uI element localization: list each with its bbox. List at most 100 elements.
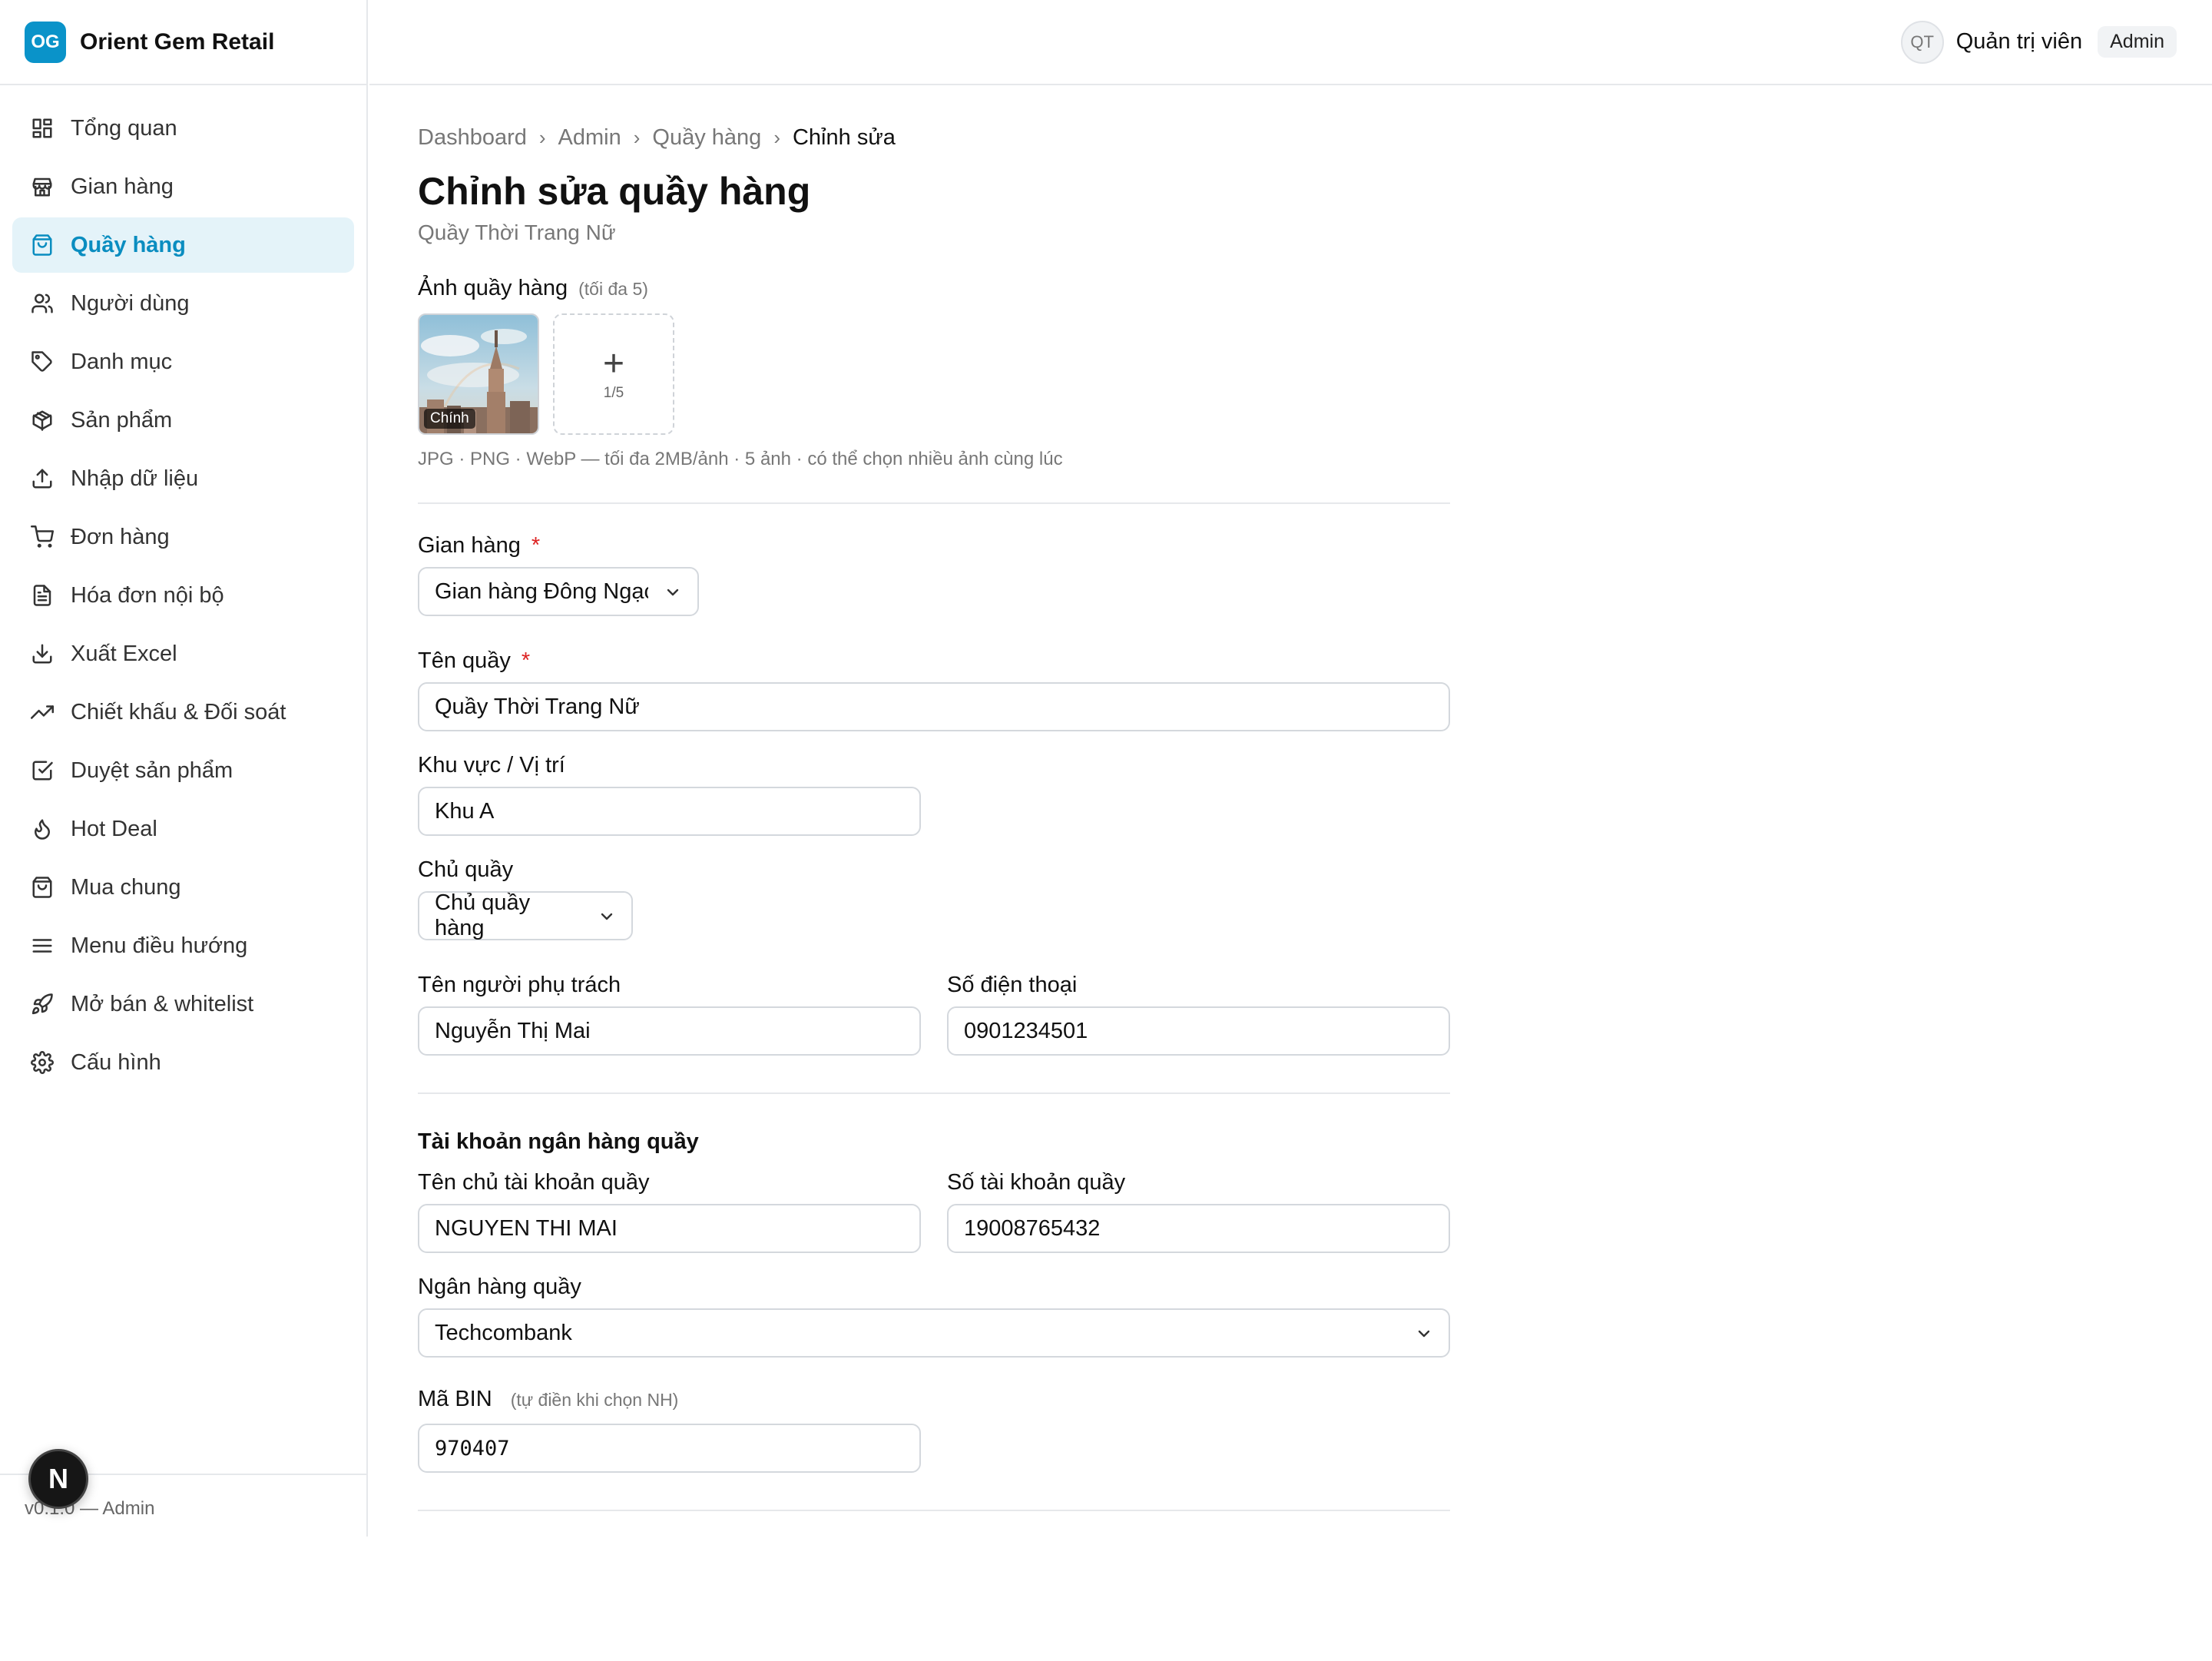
photo-thumbnail[interactable]: Chính (418, 313, 539, 435)
owner-select[interactable]: Chủ quầy hàng (418, 890, 633, 940)
sidebar-item-3[interactable]: Người dùng (12, 276, 354, 331)
sidebar-item-4[interactable]: Danh mục (12, 334, 354, 390)
area-label: Khu vực / Vị trí (418, 752, 565, 777)
manager-name-label: Tên người phụ trách (418, 972, 621, 997)
store-select-value: Gian hàng Đông Ngạc (435, 579, 648, 604)
required-asterisk: * (531, 532, 541, 558)
gear-icon (31, 1051, 54, 1074)
brand-logo: OG (25, 21, 66, 63)
sidebar-item-14[interactable]: Menu điều hướng (12, 918, 354, 973)
tag-icon (31, 350, 54, 373)
add-photo-button[interactable]: + 1/5 (553, 313, 674, 435)
sidebar-item-label: Nhập dữ liệu (71, 466, 199, 491)
bank-select[interactable]: Techcombank (418, 1308, 1450, 1358)
sidebar-item-12[interactable]: Hot Deal (12, 801, 354, 857)
chevron-right-icon: › (633, 125, 641, 149)
sidebar-item-label: Tổng quan (71, 115, 177, 141)
sidebar-item-15[interactable]: Mở bán & whitelist (12, 976, 354, 1032)
bank-holder-account-row: Tên chủ tài khoản quầy NGUYEN THI MAI Số… (418, 1167, 1450, 1253)
bank-select-value: Techcombank (435, 1320, 572, 1345)
sidebar-item-16[interactable]: Cấu hình (12, 1035, 354, 1090)
breadcrumb-item-admin[interactable]: Admin (558, 125, 621, 151)
sidebar-item-9[interactable]: Xuất Excel (12, 626, 354, 681)
dashboard-icon (31, 117, 54, 140)
sidebar: OG Orient Gem Retail Tổng quan Gian hàng Q… (0, 0, 368, 1537)
divider (418, 1510, 1450, 1511)
sidebar-item-13[interactable]: Mua chung (12, 860, 354, 915)
cart-icon (31, 525, 54, 549)
sidebar-item-label: Menu điều hướng (71, 933, 248, 958)
chevron-right-icon: › (538, 125, 546, 149)
phone-input[interactable]: 0901234501 (947, 1006, 1450, 1056)
sidebar-item-label: Đơn hàng (71, 524, 170, 549)
divider (418, 1092, 1450, 1094)
store-select[interactable]: Gian hàng Đông Ngạc (418, 567, 699, 616)
phone-label: Số điện thoại (947, 972, 1078, 997)
required-asterisk: * (521, 648, 531, 673)
owner-label: Chủ quầy (418, 857, 514, 882)
bank-name-label: Ngân hàng quầy (418, 1274, 581, 1299)
avatar[interactable]: QT (1900, 20, 1944, 64)
sidebar-nav: Tổng quan Gian hàng Quầy hàng Người dùng Dan… (0, 85, 366, 1090)
user-name: Quản trị viên (1955, 29, 2083, 54)
sidebar-item-11[interactable]: Duyệt sản phẩm (12, 743, 354, 798)
sidebar-item-6[interactable]: Nhập dữ liệu (12, 451, 354, 506)
counter-name-label-text: Tên quầy (418, 648, 511, 673)
sidebar-item-label: Người dùng (71, 290, 190, 316)
brand-name: Orient Gem Retail (80, 28, 275, 55)
store-label: Gian hàng * (418, 530, 1450, 561)
sidebar-item-label: Mua chung (71, 874, 181, 900)
breadcrumb-item-dashboard[interactable]: Dashboard (418, 125, 527, 151)
bin-label-row: Mã BIN (tự điền khi chọn NH) (418, 1387, 1450, 1417)
manager-name-input[interactable]: Nguyễn Thị Mai (418, 1006, 921, 1056)
users-icon (31, 292, 54, 315)
account-number-input[interactable]: 19008765432 (947, 1204, 1450, 1253)
menu-icon (31, 934, 54, 957)
bin-label: Mã BIN (418, 1387, 492, 1411)
shopping-bag-icon (31, 876, 54, 899)
account-number-label: Số tài khoản quầy (947, 1169, 1126, 1195)
flame-icon (31, 817, 54, 840)
nextjs-dev-badge[interactable]: N (28, 1449, 88, 1509)
main-photo-tag: Chính (424, 409, 475, 429)
sidebar-item-label: Duyệt sản phẩm (71, 758, 233, 783)
sidebar-item-7[interactable]: Đơn hàng (12, 509, 354, 565)
main-content: Dashboard › Admin › Quầy hàng › Chỉnh sử… (418, 85, 1450, 1511)
manager-phone-row: Tên người phụ trách Nguyễn Thị Mai Số đi… (418, 970, 1450, 1056)
chevron-down-icon (598, 907, 616, 925)
sidebar-item-label: Danh mục (71, 349, 173, 374)
package-icon (31, 409, 54, 432)
account-holder-input[interactable]: NGUYEN THI MAI (418, 1204, 921, 1253)
shopping-bag-icon (31, 234, 54, 257)
photo-gallery: Chính + 1/5 (418, 313, 1450, 435)
photo-upload-note: JPG · PNG · WebP — tối đa 2MB/ảnh · 5 ản… (418, 449, 1063, 469)
sidebar-item-10[interactable]: Chiết khấu & Đối soát (12, 685, 354, 740)
sidebar-item-label: Quầy hàng (71, 232, 186, 257)
chevron-down-icon (1415, 1324, 1433, 1342)
bin-input[interactable]: 970407 (418, 1424, 921, 1473)
breadcrumb-current: Chỉnh sửa (792, 124, 896, 150)
sidebar-item-label: Chiết khấu & Đối soát (71, 699, 286, 724)
area-input[interactable]: Khu A (418, 787, 921, 836)
breadcrumb: Dashboard › Admin › Quầy hàng › Chỉnh sử… (418, 122, 1450, 153)
owner-select-value: Chủ quầy hàng (435, 890, 531, 940)
counter-name-input[interactable]: Quầy Thời Trang Nữ (418, 682, 1450, 731)
sidebar-item-label: Gian hàng (71, 174, 174, 199)
sidebar-item-0[interactable]: Tổng quan (12, 101, 354, 156)
breadcrumb-item-counters[interactable]: Quầy hàng (652, 125, 761, 151)
sidebar-item-1[interactable]: Gian hàng (12, 159, 354, 214)
sidebar-item-label: Cấu hình (71, 1049, 161, 1075)
chevron-right-icon: › (773, 125, 780, 149)
sidebar-item-8[interactable]: Hóa đơn nội bộ (12, 568, 354, 623)
plus-icon: + (602, 343, 625, 384)
divider (418, 502, 1450, 504)
store-icon (31, 175, 54, 198)
brand[interactable]: OG Orient Gem Retail (0, 0, 366, 85)
store-label-text: Gian hàng (418, 532, 521, 558)
trending-up-icon (31, 701, 54, 724)
sidebar-item-2[interactable]: Quầy hàng (12, 217, 354, 273)
rocket-icon (31, 993, 54, 1016)
sidebar-item-label: Xuất Excel (71, 641, 177, 666)
sidebar-item-5[interactable]: Sản phẩm (12, 393, 354, 448)
file-text-icon (31, 584, 54, 607)
